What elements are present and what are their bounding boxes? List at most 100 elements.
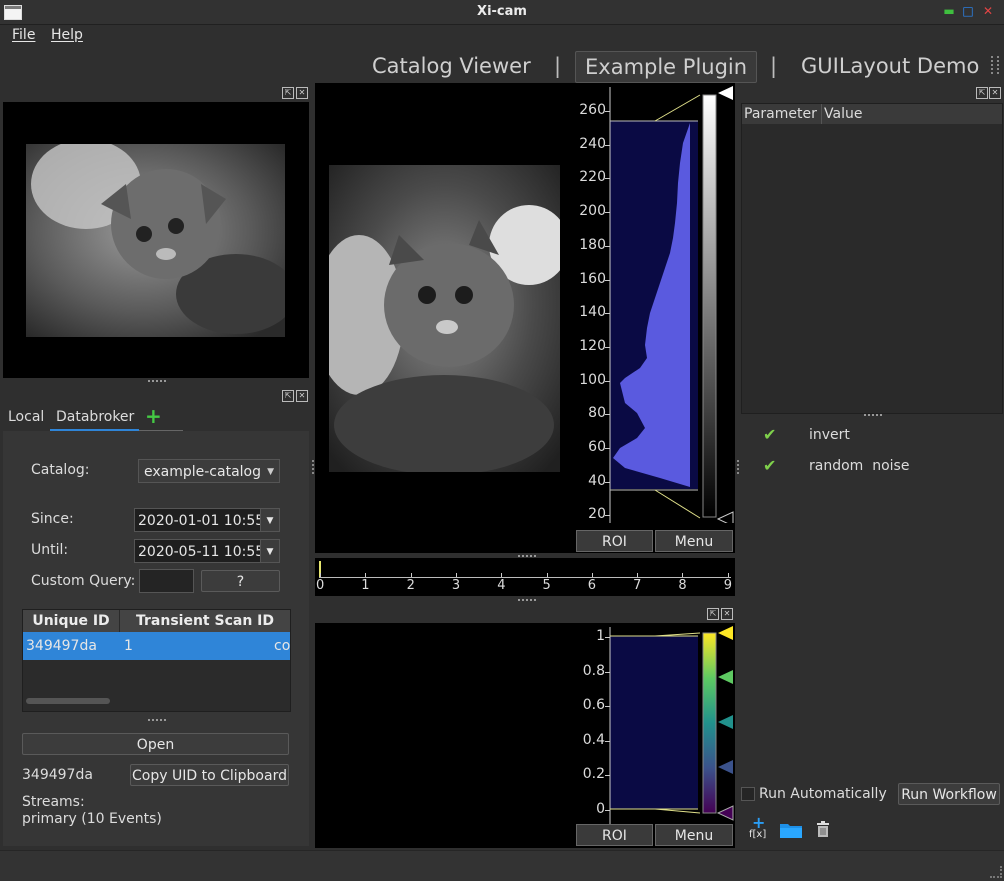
histogram-axis-tick: 260 bbox=[579, 102, 606, 118]
timeline-tick-label: 8 bbox=[678, 578, 687, 593]
close-icon[interactable]: ✕ bbox=[981, 4, 995, 18]
catalog-label: Catalog: bbox=[31, 462, 90, 478]
tab-catalog-viewer[interactable]: Catalog Viewer bbox=[372, 51, 531, 81]
function-icon-label: f[x] bbox=[749, 829, 767, 840]
roi-button[interactable]: ROI bbox=[576, 530, 653, 552]
column-header-transient-scan-id[interactable]: Transient Scan ID bbox=[120, 610, 290, 632]
menu-file[interactable]: File bbox=[12, 27, 35, 43]
histogram-axis-tick: 1 bbox=[596, 628, 605, 644]
catalog-select[interactable]: example-catalog ▼ bbox=[138, 459, 280, 483]
timeline-tick-mark bbox=[501, 573, 503, 577]
close-dock-icon[interactable]: ✕ bbox=[296, 87, 308, 99]
histogram-tick-mark bbox=[605, 637, 610, 638]
histogram-axis-tick: 180 bbox=[579, 236, 606, 253]
until-datetime-input[interactable]: 2020-05-11 10:55 ▼ bbox=[134, 539, 280, 563]
add-function-icon[interactable]: + f[x] bbox=[748, 813, 772, 843]
gradient-handle-bottom[interactable] bbox=[716, 511, 734, 523]
timeline-tick-label: 1 bbox=[361, 578, 370, 593]
custom-query-label: Custom Query: bbox=[31, 573, 136, 589]
menu-button[interactable]: Menu bbox=[655, 530, 733, 552]
column-header-unique-id[interactable]: Unique ID bbox=[23, 610, 120, 632]
splitter-handle[interactable] bbox=[312, 460, 316, 474]
browser-tabs: Local Databroker + bbox=[3, 404, 309, 431]
float-icon[interactable]: ⇱ bbox=[282, 87, 294, 99]
since-datetime-input[interactable]: 2020-01-01 10:55 ▼ bbox=[134, 508, 280, 532]
histogram-tick-mark bbox=[605, 775, 610, 777]
add-tab-icon[interactable]: + bbox=[145, 404, 162, 428]
custom-query-input[interactable] bbox=[139, 569, 194, 593]
image-view-top: 260 240 220 200 180 160 140 120 100 80 60 40 20 bbox=[315, 83, 735, 553]
column-header-value[interactable]: Value bbox=[824, 106, 862, 122]
run-automatically-checkbox[interactable] bbox=[741, 787, 755, 801]
gradient-handle-top[interactable] bbox=[718, 86, 733, 100]
histogram-axis-tick: 0.6 bbox=[582, 697, 605, 714]
roi-button[interactable]: ROI bbox=[576, 824, 653, 846]
timeline-tick-label: 2 bbox=[406, 578, 415, 593]
histogram-axis-tick: 40 bbox=[588, 472, 606, 489]
timeline-tick-label: 3 bbox=[451, 578, 461, 593]
timeline-tick-mark bbox=[727, 573, 729, 577]
histogram-tick-mark bbox=[605, 671, 610, 673]
float-icon[interactable]: ⇱ bbox=[282, 390, 294, 402]
chevron-down-icon[interactable]: ▼ bbox=[260, 540, 279, 562]
toolbar-grip[interactable] bbox=[991, 56, 999, 74]
timeline-tick-label: 5 bbox=[542, 578, 551, 593]
column-header-extra[interactable]: I bbox=[285, 610, 290, 632]
close-dock-icon[interactable]: ✕ bbox=[721, 608, 733, 620]
horizontal-scrollbar[interactable] bbox=[26, 698, 110, 704]
tab-guilayout-demo[interactable]: GUILayout Demo bbox=[801, 51, 979, 81]
maximize-icon[interactable]: □ bbox=[961, 4, 975, 18]
trash-icon[interactable] bbox=[815, 820, 831, 838]
check-icon[interactable]: ✔ bbox=[763, 456, 776, 475]
gradient-handle[interactable] bbox=[716, 805, 734, 821]
run-workflow-button[interactable]: Run Workflow bbox=[898, 783, 1000, 805]
histogram-tick-mark bbox=[605, 380, 610, 382]
gradient-bar[interactable] bbox=[702, 632, 717, 814]
runs-table: Unique ID Transient Scan ID I 349497da 1… bbox=[22, 609, 291, 712]
splitter-handle[interactable] bbox=[864, 414, 882, 418]
query-help-button[interactable]: ? bbox=[201, 570, 280, 592]
splitter-handle[interactable] bbox=[148, 380, 166, 384]
open-button[interactable]: Open bbox=[22, 733, 289, 755]
tab-local[interactable]: Local bbox=[8, 409, 44, 425]
window-title: Xi-cam bbox=[477, 4, 527, 19]
workflow-operation[interactable]: random noise bbox=[809, 458, 909, 474]
resize-grip[interactable] bbox=[990, 866, 1002, 878]
workflow-operation[interactable]: invert bbox=[809, 427, 850, 443]
table-row[interactable]: 349497da 1 co bbox=[23, 632, 290, 660]
close-dock-icon[interactable]: ✕ bbox=[989, 87, 1001, 99]
gradient-bar[interactable] bbox=[702, 94, 717, 518]
splitter-handle[interactable] bbox=[518, 599, 536, 603]
run-automatically-label: Run Automatically bbox=[759, 786, 887, 802]
column-header-parameter[interactable]: Parameter bbox=[744, 106, 817, 122]
main-image[interactable] bbox=[329, 165, 560, 472]
folder-icon[interactable] bbox=[779, 820, 803, 840]
histogram-tick-mark bbox=[605, 245, 610, 247]
timeline[interactable]: 0 1 2 3 4 5 6 7 8 9 bbox=[315, 558, 735, 596]
float-icon[interactable]: ⇱ bbox=[707, 608, 719, 620]
histogram-tick-mark bbox=[605, 740, 610, 742]
close-dock-icon[interactable]: ✕ bbox=[296, 390, 308, 402]
float-icon[interactable]: ⇱ bbox=[976, 87, 988, 99]
gradient-handle[interactable] bbox=[718, 670, 733, 684]
table-cell-uid: 349497da bbox=[26, 638, 97, 654]
table-cell-extra: co bbox=[274, 638, 291, 654]
gradient-handle[interactable] bbox=[718, 760, 733, 774]
check-icon[interactable]: ✔ bbox=[763, 425, 776, 444]
tab-example-plugin[interactable]: Example Plugin bbox=[575, 51, 758, 83]
copy-uid-button[interactable]: Copy UID to Clipboard bbox=[130, 764, 289, 786]
histogram-axis-tick: 20 bbox=[588, 506, 606, 523]
histogram-tick-mark bbox=[605, 144, 610, 146]
gradient-handle[interactable] bbox=[718, 715, 733, 729]
menu-help[interactable]: Help bbox=[51, 27, 83, 43]
histogram-tick-mark bbox=[605, 279, 610, 281]
splitter-handle[interactable] bbox=[148, 719, 166, 723]
gradient-handle[interactable] bbox=[718, 626, 733, 640]
histogram-axis-tick: 100 bbox=[579, 371, 606, 388]
minimize-icon[interactable]: ▬ bbox=[942, 4, 956, 18]
menu-button[interactable]: Menu bbox=[655, 824, 733, 846]
until-datetime-value: 2020-05-11 10:55 bbox=[138, 544, 265, 560]
chevron-down-icon[interactable]: ▼ bbox=[260, 509, 279, 531]
table-cell-scan-id: 1 bbox=[124, 638, 133, 654]
tab-databroker[interactable]: Databroker bbox=[56, 409, 134, 425]
